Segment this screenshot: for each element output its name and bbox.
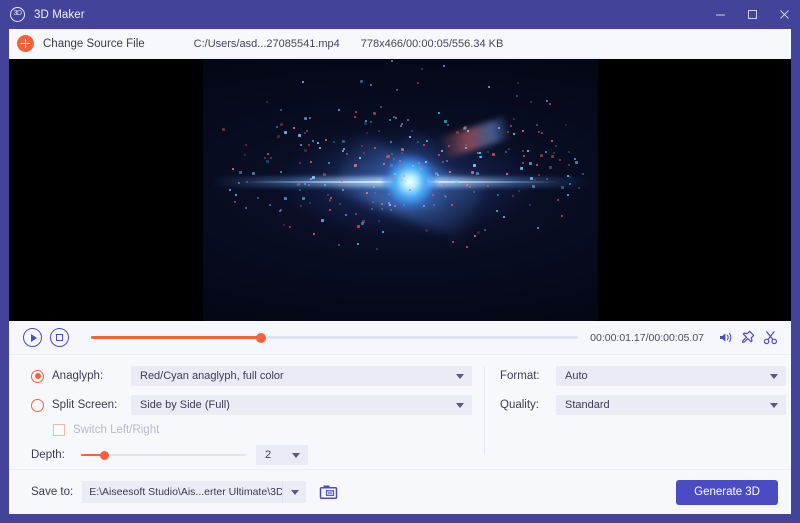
options-right-column: Format: Auto Quality: Standard bbox=[485, 355, 791, 469]
maximize-icon[interactable] bbox=[736, 0, 768, 29]
quality-row: Quality: Standard bbox=[500, 395, 791, 415]
chevron-down-icon bbox=[291, 490, 299, 495]
app-window: 3D 3D Maker Change Source File C:/Users/… bbox=[0, 0, 800, 523]
chevron-down-icon bbox=[456, 374, 464, 379]
depth-slider[interactable] bbox=[81, 449, 246, 461]
app-title: 3D Maker bbox=[34, 9, 85, 21]
quality-label: Quality: bbox=[500, 399, 556, 411]
playback-bar: 00:00:01.17/00:00:05.07 bbox=[9, 321, 791, 355]
quality-select-value: Standard bbox=[565, 399, 610, 411]
source-file-path: C:/Users/asd...27085541.mp4 bbox=[194, 38, 340, 50]
anaglyph-select[interactable]: Red/Cyan anaglyph, full color bbox=[131, 366, 472, 386]
switch-lr-row: Switch Left/Right bbox=[53, 424, 484, 436]
switch-left-right-checkbox[interactable] bbox=[53, 424, 65, 436]
play-circle-icon[interactable] bbox=[23, 328, 42, 347]
save-path-field[interactable]: E:\Aiseesoft Studio\Ais...erter Ultimate… bbox=[82, 481, 282, 503]
quality-select[interactable]: Standard bbox=[556, 395, 786, 415]
progress-slider[interactable] bbox=[91, 331, 578, 345]
timecode-display: 00:00:01.17/00:00:05.07 bbox=[590, 332, 704, 344]
minimize-icon[interactable] bbox=[704, 0, 736, 29]
video-frame bbox=[203, 59, 598, 321]
folder-icon[interactable] bbox=[317, 483, 339, 502]
footer-bar: Save to: E:\Aiseesoft Studio\Ais...erter… bbox=[9, 470, 791, 514]
progress-fill bbox=[91, 336, 261, 339]
split-screen-row: Split Screen: Side by Side (Full) bbox=[31, 395, 484, 415]
anaglyph-label: Anaglyph: bbox=[52, 370, 131, 382]
depth-knob[interactable] bbox=[100, 451, 109, 460]
progress-knob[interactable] bbox=[256, 333, 266, 343]
save-path-dropdown[interactable] bbox=[282, 481, 306, 503]
depth-value: 2 bbox=[265, 449, 271, 461]
plus-circle-icon[interactable] bbox=[17, 35, 34, 52]
depth-label: Depth: bbox=[31, 449, 77, 461]
split-screen-select-value: Side by Side (Full) bbox=[140, 399, 230, 411]
pin-icon[interactable] bbox=[737, 327, 759, 349]
close-icon[interactable] bbox=[768, 0, 800, 29]
video-preview[interactable] bbox=[9, 59, 791, 321]
depth-row: Depth: 2 bbox=[31, 445, 484, 465]
format-label: Format: bbox=[500, 370, 556, 382]
format-select-value: Auto bbox=[565, 370, 588, 382]
scissors-icon[interactable] bbox=[759, 327, 781, 349]
change-source-file-button[interactable]: Change Source File bbox=[43, 38, 145, 50]
3d-logo-icon: 3D bbox=[10, 7, 25, 22]
options-panel: Anaglyph: Red/Cyan anaglyph, full color … bbox=[9, 355, 791, 470]
volume-icon[interactable] bbox=[715, 327, 737, 349]
split-screen-label: Split Screen: bbox=[52, 399, 131, 411]
save-to-label: Save to: bbox=[31, 486, 73, 498]
anaglyph-radio[interactable] bbox=[31, 370, 44, 383]
source-file-meta: 778x466/00:00:05/556.34 KB bbox=[361, 38, 504, 50]
chevron-down-icon bbox=[456, 403, 464, 408]
chevron-down-icon bbox=[770, 374, 778, 379]
switch-left-right-label: Switch Left/Right bbox=[73, 424, 159, 436]
split-screen-select[interactable]: Side by Side (Full) bbox=[131, 395, 472, 415]
format-row: Format: Auto bbox=[500, 366, 791, 386]
chevron-down-icon bbox=[770, 403, 778, 408]
title-bar: 3D 3D Maker bbox=[0, 0, 800, 29]
chevron-down-icon bbox=[292, 453, 300, 458]
anaglyph-particles bbox=[203, 59, 598, 321]
anaglyph-select-value: Red/Cyan anaglyph, full color bbox=[140, 370, 284, 382]
window-controls bbox=[704, 0, 800, 29]
generate-3d-button[interactable]: Generate 3D bbox=[676, 480, 778, 505]
depth-select[interactable]: 2 bbox=[256, 445, 308, 465]
anaglyph-row: Anaglyph: Red/Cyan anaglyph, full color bbox=[31, 366, 484, 386]
format-select[interactable]: Auto bbox=[556, 366, 786, 386]
split-screen-radio[interactable] bbox=[31, 399, 44, 412]
content-area: Change Source File C:/Users/asd...270855… bbox=[9, 29, 791, 514]
source-bar: Change Source File C:/Users/asd...270855… bbox=[9, 29, 791, 59]
options-left-column: Anaglyph: Red/Cyan anaglyph, full color … bbox=[9, 355, 484, 469]
stop-circle-icon[interactable] bbox=[50, 328, 69, 347]
